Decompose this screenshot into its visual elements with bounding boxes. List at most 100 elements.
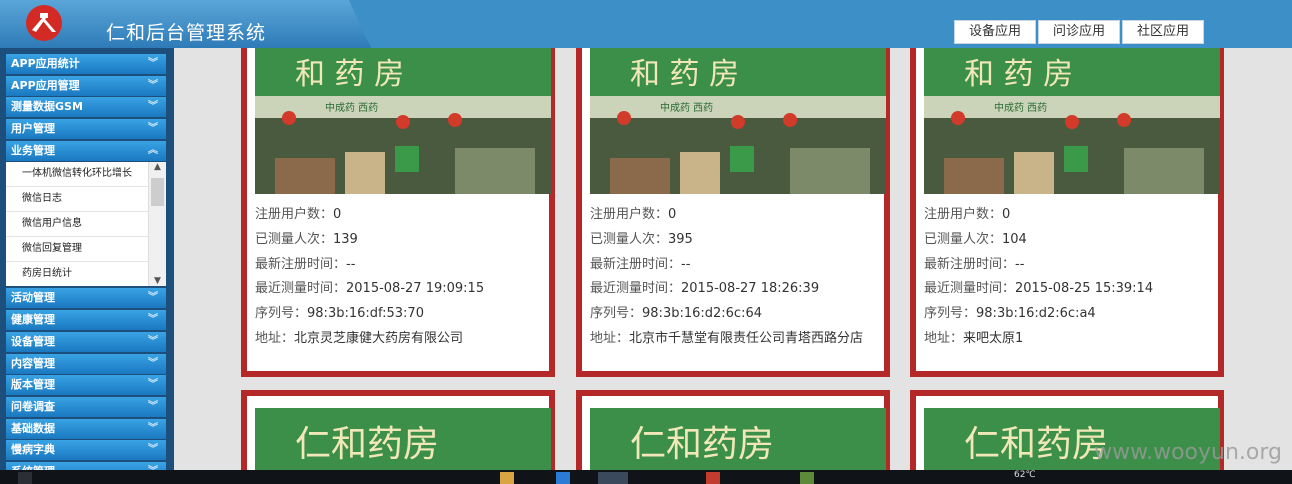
chevron-up-icon: ︽ (148, 144, 158, 156)
menu-label: 版本管理 (11, 378, 55, 392)
chevron-down-icon: ︾ (148, 292, 158, 304)
address: 地址：北京市千慧堂有限责任公司青塔西路分店 (590, 330, 864, 346)
menu-label: 内容管理 (11, 356, 55, 370)
business-submenu: 一体机微信转化环比增长 微信日志 微信用户信息 微信回复管理 药房日统计 ▲ ▼ (6, 162, 166, 287)
chevron-down-icon: ︾ (148, 400, 158, 412)
measure-count: 已测量人次：139 (255, 231, 358, 247)
pharmacy-card[interactable]: 和 药 房 中成药 西药 注册用户数：0 已测量人次：139 最新注册时间：--… (241, 48, 555, 377)
card-details: 注册用户数：0 已测量人次：104 最新注册时间：-- 最近测量时间：2015-… (924, 203, 1210, 352)
pharmacy-card[interactable]: 仁和药房 (241, 390, 555, 470)
app-header: 仁和后台管理系统 设备应用 问诊应用 社区应用 (0, 0, 1292, 48)
scroll-down-icon[interactable]: ▼ (149, 276, 166, 286)
menu-base-data[interactable]: 基础数据 ︾ (6, 418, 166, 439)
last-measure-time: 最近测量时间：2015-08-27 18:26:39 (590, 281, 820, 297)
system-title: 仁和后台管理系统 (106, 22, 267, 44)
community-app-button[interactable]: 社区应用 (1122, 20, 1205, 44)
app-icon[interactable] (800, 472, 814, 484)
address: 地址：来吧太原1 (924, 330, 1024, 346)
pharmacy-card[interactable]: 仁和药房 (576, 390, 890, 470)
start-icon[interactable] (18, 472, 32, 484)
pharmacy-photo: 仁和药房 (255, 408, 551, 470)
menu-survey[interactable]: 问卷调查 ︾ (6, 396, 166, 417)
svg-text:和 药 房: 和 药 房 (964, 57, 1073, 92)
registered-users: 注册用户数：0 (924, 207, 1011, 222)
card-details: 注册用户数：0 已测量人次：139 最新注册时间：-- 最近测量时间：2015-… (255, 203, 541, 352)
chevron-down-icon: ︾ (148, 101, 158, 113)
consultation-app-button[interactable]: 问诊应用 (1038, 20, 1121, 44)
sidebar: APP应用统计 ︾ APP应用管理 ︾ 测量数据GSM ︾ 用户管理 ︾ 业务管理 ︽ 一… (0, 48, 174, 482)
logo-icon (26, 5, 62, 41)
menu-label: 慢病字典 (11, 443, 55, 457)
menu-health[interactable]: 健康管理 ︾ (6, 310, 166, 331)
last-measure-time: 最近测量时间：2015-08-25 15:39:14 (924, 281, 1154, 297)
submenu-item[interactable]: 微信日志 (6, 187, 148, 213)
last-register-time: 最新注册时间：-- (255, 256, 356, 272)
chevron-down-icon: ︾ (148, 422, 158, 434)
card-details: 注册用户数：0 已测量人次：395 最新注册时间：-- 最近测量时间：2015-… (590, 203, 876, 352)
address: 地址：北京灵芝康健大药房有限公司 (255, 330, 464, 346)
pharmacy-card[interactable]: 和 药 房 中成药 西药 注册用户数：0 已测量人次：104 最新注册时间：--… (910, 48, 1224, 377)
menu-device[interactable]: 设备管理 ︾ (6, 331, 166, 352)
scroll-thumb[interactable] (151, 178, 164, 207)
menu-app-management[interactable]: APP应用管理 ︾ (6, 75, 166, 96)
taskbar: 62℃ (0, 470, 1292, 484)
measure-count: 已测量人次：395 (590, 231, 693, 247)
menu-label: 活动管理 (11, 291, 55, 305)
active-app-icon[interactable] (598, 472, 628, 484)
menu-label: 用户管理 (11, 122, 55, 136)
serial-number: 序列号：98:3b:16:d2:6c:64 (590, 306, 763, 322)
chevron-down-icon: ︾ (148, 335, 158, 347)
submenu-item[interactable]: 药房日统计 (6, 262, 148, 286)
menu-version[interactable]: 版本管理 ︾ (6, 375, 166, 396)
menu-label: 设备管理 (11, 334, 55, 348)
last-register-time: 最新注册时间：-- (590, 256, 691, 272)
chevron-down-icon: ︾ (148, 123, 158, 135)
chevron-down-icon: ︾ (148, 444, 158, 456)
menu-activity[interactable]: 活动管理 ︾ (6, 288, 166, 309)
svg-text:中成药 西药: 中成药 西药 (660, 101, 713, 114)
submenu-item[interactable]: 一体机微信转化环比增长 (6, 162, 148, 188)
menu-chronic-dict[interactable]: 慢病字典 ︾ (6, 440, 166, 461)
chevron-down-icon: ︾ (148, 314, 158, 326)
chevron-down-icon: ︾ (148, 79, 158, 91)
measure-count: 已测量人次：104 (924, 231, 1027, 247)
pharmacy-photo: 和 药 房 中成药 西药 (255, 48, 551, 194)
svg-text:仁和药房: 仁和药房 (295, 424, 439, 465)
scroll-up-icon[interactable]: ▲ (149, 162, 166, 172)
temperature-readout: 62℃ (1014, 470, 1036, 480)
main-content: 和 药 房 中成药 西药 注册用户数：0 已测量人次：139 最新注册时间：--… (174, 48, 1292, 470)
submenu-scrollbar[interactable]: ▲ ▼ (148, 162, 166, 287)
menu-content[interactable]: 内容管理 ︾ (6, 353, 166, 374)
menu-measure-gsm[interactable]: 测量数据GSM ︾ (6, 97, 166, 118)
menu-user-management[interactable]: 用户管理 ︾ (6, 119, 166, 140)
watermark: www.wooyun.org (1094, 440, 1282, 465)
pharmacy-card[interactable]: 和 药 房 中成药 西药 注册用户数：0 已测量人次：395 最新注册时间：--… (576, 48, 890, 377)
svg-text:中成药 西药: 中成药 西药 (994, 101, 1047, 114)
svg-text:仁和药房: 仁和药房 (630, 424, 774, 465)
menu-label: 测量数据GSM (11, 100, 83, 114)
menu-label: APP应用管理 (11, 78, 80, 92)
app-icon[interactable] (706, 472, 720, 484)
serial-number: 序列号：98:3b:16:df:53:70 (255, 306, 424, 322)
folder-icon[interactable] (500, 472, 514, 484)
submenu-item[interactable]: 微信用户信息 (6, 212, 148, 238)
menu-app-stats[interactable]: APP应用统计 ︾ (6, 54, 166, 74)
chevron-down-icon: ︾ (148, 357, 158, 369)
serial-number: 序列号：98:3b:16:d2:6c:a4 (924, 306, 1096, 322)
last-measure-time: 最近测量时间：2015-08-27 19:09:15 (255, 281, 485, 297)
chevron-down-icon: ︾ (148, 58, 158, 69)
menu-business-management[interactable]: 业务管理 ︽ (6, 140, 166, 161)
submenu-item[interactable]: 微信回复管理 (6, 237, 148, 263)
last-register-time: 最新注册时间：-- (924, 256, 1025, 272)
svg-text:和 药 房: 和 药 房 (630, 57, 739, 92)
chevron-down-icon: ︾ (148, 379, 158, 391)
pharmacy-photo: 和 药 房 中成药 西药 (590, 48, 886, 194)
pharmacy-photo: 仁和药房 (590, 408, 886, 470)
registered-users: 注册用户数：0 (590, 207, 677, 222)
svg-text:仁和药房: 仁和药房 (964, 424, 1108, 465)
pharmacy-photo: 和 药 房 中成药 西药 (924, 48, 1220, 194)
browser-icon[interactable] (556, 472, 570, 484)
device-app-button[interactable]: 设备应用 (954, 20, 1037, 44)
menu-label: 健康管理 (11, 313, 55, 327)
registered-users: 注册用户数：0 (255, 207, 342, 222)
